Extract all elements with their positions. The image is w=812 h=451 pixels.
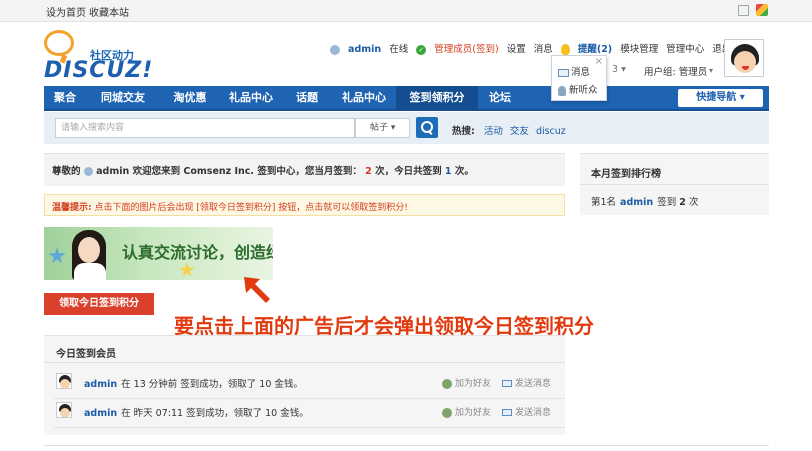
- set-homepage-link[interactable]: 设为首页: [46, 4, 86, 19]
- nav-item-6[interactable]: 签到领积分: [396, 86, 478, 111]
- send-message-link[interactable]: 发送消息: [502, 376, 551, 389]
- nav-item-0[interactable]: 聚合: [44, 86, 86, 111]
- nav-item-2[interactable]: 淘优惠: [160, 86, 220, 111]
- bulb-icon: [560, 44, 570, 55]
- online-status[interactable]: 在线: [389, 44, 408, 55]
- rank-unit: 次: [688, 197, 699, 208]
- arrow-up-left-icon: [244, 277, 270, 303]
- add-friend-link[interactable]: 加为好友: [442, 405, 491, 418]
- claim-points-button[interactable]: 领取今日签到积分: [44, 293, 154, 315]
- tip-text: 温馨提示: 点击下面的图片后会出现 [领取今日签到积分] 按钮，点击就可以领取签…: [52, 203, 408, 213]
- reminder-popup: × 消息 新听众: [551, 55, 607, 101]
- module-manage-link[interactable]: 模块管理: [620, 44, 658, 55]
- member-row: admin 在 13 分钟前 签到成功，领取了 10 金钱。 加为好友 发送消息: [44, 368, 565, 397]
- search-type-select[interactable]: 帖子 ▾: [355, 118, 410, 138]
- fullscreen-icon[interactable]: [738, 5, 749, 16]
- divider: [54, 427, 565, 428]
- member-text: 在 13 分钟前 签到成功，领取了 10 金钱。: [121, 379, 303, 390]
- hot-term-2[interactable]: discuz: [536, 126, 566, 137]
- logo-brand[interactable]: DISCUZ!: [44, 58, 153, 83]
- check-icon: ✓: [416, 44, 427, 55]
- rank-name[interactable]: admin: [620, 197, 653, 208]
- rank-title: 本月签到排行榜: [591, 169, 661, 180]
- logo-bubble-icon: [44, 30, 74, 56]
- mail-icon: [558, 68, 569, 77]
- hot-label: 热搜:: [452, 126, 475, 137]
- add-friend-icon: [442, 407, 452, 418]
- member-name[interactable]: admin: [84, 379, 117, 390]
- banner-text: 认真交流讨论，创造绿: [122, 243, 273, 262]
- user-bar: admin 在线 ✓ 管理成员(签到) 设置 消息 提醒(2) 模块管理 管理中…: [330, 41, 736, 55]
- members-title: 今日签到会员: [56, 349, 116, 360]
- reminder-link[interactable]: 提醒(2): [578, 44, 612, 55]
- divider: [580, 184, 769, 185]
- username-link[interactable]: admin: [348, 44, 381, 55]
- hot-search: 热搜: 活动 交友 discuz: [452, 123, 570, 137]
- rank-place: 第1名: [591, 197, 617, 208]
- bookmark-link[interactable]: 收藏本站: [89, 4, 129, 19]
- today-count: 1: [444, 166, 452, 177]
- send-message-link[interactable]: 发送消息: [502, 405, 551, 418]
- nav-item-5[interactable]: 礼品中心: [332, 86, 396, 111]
- member-avatar[interactable]: [56, 373, 72, 389]
- rank-row: 第1名 admin 签到 2 次: [591, 194, 698, 208]
- nav-item-3[interactable]: 礼品中心: [220, 86, 282, 111]
- popup-item-newbie[interactable]: 新听众: [558, 82, 598, 96]
- add-friend-icon: [442, 378, 452, 389]
- color-theme-icon[interactable]: [756, 4, 768, 16]
- welcome-username[interactable]: admin: [96, 166, 129, 177]
- mail-icon: [502, 380, 512, 387]
- usergroup-link[interactable]: 用户组: 管理员: [644, 64, 707, 78]
- mail-icon: [502, 409, 512, 416]
- member-name[interactable]: admin: [84, 408, 117, 419]
- member-row: admin 在 昨天 07:11 签到成功，领取了 10 金钱。 加为好友 发送消…: [44, 397, 565, 426]
- divider: [44, 362, 565, 363]
- messages-link[interactable]: 消息: [534, 44, 553, 55]
- nav-item-1[interactable]: 同城交友: [86, 86, 160, 111]
- nav-item-7[interactable]: 论坛: [478, 86, 522, 111]
- add-friend-link[interactable]: 加为好友: [442, 376, 491, 389]
- settings-link[interactable]: 设置: [507, 44, 526, 55]
- popup-item-messages[interactable]: 消息: [558, 64, 590, 78]
- user-avatar[interactable]: [724, 39, 764, 77]
- quick-nav-button[interactable]: 快捷导航 ▾: [678, 89, 763, 107]
- hot-term-0[interactable]: 活动: [484, 126, 503, 137]
- rank-signed: 签到: [657, 197, 677, 208]
- role-link[interactable]: 管理成员(签到): [434, 44, 498, 55]
- search-input[interactable]: 请输入搜索内容: [55, 118, 355, 138]
- close-icon[interactable]: ×: [595, 56, 603, 67]
- nav-item-4[interactable]: 话题: [282, 86, 332, 111]
- user-icon: [330, 44, 340, 55]
- partial-count[interactable]: 3 ▾: [612, 64, 626, 75]
- member-text: 在 昨天 07:11 签到成功，领取了 10 金钱。: [121, 408, 309, 419]
- footer-divider: [44, 445, 769, 446]
- search-button[interactable]: [416, 117, 438, 138]
- hot-term-1[interactable]: 交友: [510, 126, 529, 137]
- main-nav: 聚合 同城交友 淘优惠 礼品中心 话题 礼品中心 签到领积分 论坛: [44, 86, 769, 111]
- admin-center-link[interactable]: 管理中心: [666, 44, 704, 55]
- welcome-text: 尊敬的 admin 欢迎您来到 Comsenz Inc. 签到中心，您当月签到：…: [52, 166, 474, 177]
- person-icon: [558, 85, 566, 96]
- ad-banner[interactable]: 认真交流讨论，创造绿: [44, 227, 273, 280]
- chevron-down-icon[interactable]: ▾: [709, 66, 713, 75]
- user-icon: [83, 167, 93, 176]
- rank-count: 2: [679, 197, 686, 208]
- month-count: 2: [365, 166, 372, 177]
- top-bar: 设为首页 收藏本站: [0, 0, 812, 22]
- member-avatar[interactable]: [56, 402, 72, 418]
